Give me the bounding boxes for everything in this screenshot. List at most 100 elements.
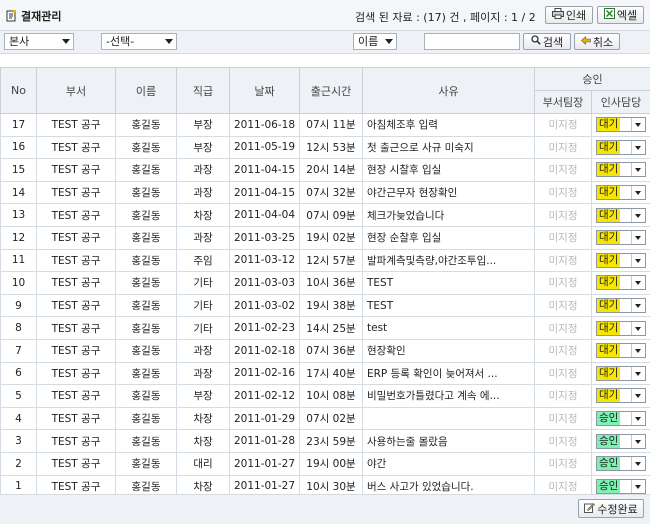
search-button[interactable]: 검색 [523, 33, 571, 50]
cell-hr: 대기 [592, 114, 650, 137]
hr-status-select[interactable]: 대기 [596, 388, 646, 403]
save-button[interactable]: 수정완료 [578, 499, 644, 518]
cell-no: 17 [1, 114, 37, 137]
cell-dept-head: 미지정 [535, 430, 592, 453]
cell-reason: 현장 순찰후 입실 [363, 226, 535, 249]
cell-no: 3 [1, 430, 37, 453]
cell-dept: TEST 공구 [37, 317, 116, 340]
cell-date: 2011-05-19 [230, 136, 300, 159]
hr-status-select[interactable]: 대기 [596, 185, 646, 200]
cell-position: 과장 [177, 226, 230, 249]
cell-reason: 사용하는줄 몰랐음 [363, 430, 535, 453]
hr-status-value: 승인 [597, 435, 620, 448]
hr-status-select[interactable]: 대기 [596, 117, 646, 132]
search-input[interactable] [424, 33, 520, 50]
cancel-label: 취소 [593, 34, 613, 50]
hr-status-select[interactable]: 승인 [596, 456, 646, 471]
chevron-down-icon [631, 322, 645, 335]
hr-status-select[interactable]: 승인 [596, 479, 646, 494]
hr-status-select[interactable]: 승인 [596, 434, 646, 449]
cell-position: 주임 [177, 249, 230, 272]
filter-bar: 본사 -선택- 이름 검색 취소 [0, 31, 650, 54]
cell-reason: 야간근무자 현장확인 [363, 181, 535, 204]
company-select[interactable]: 본사 [4, 33, 74, 50]
print-button[interactable]: 인쇄 [545, 6, 593, 24]
chevron-down-icon [631, 412, 645, 425]
hr-status-value: 대기 [597, 118, 620, 131]
hr-status-select[interactable]: 대기 [596, 162, 646, 177]
hr-status-select[interactable]: 대기 [596, 140, 646, 155]
cell-no: 11 [1, 249, 37, 272]
result-info: 검색 된 자료 : (17) 건 , 페이지 : 1 / 2 [355, 9, 536, 25]
hr-status-value: 대기 [597, 254, 620, 267]
hr-status-select[interactable]: 대기 [596, 230, 646, 245]
cell-time: 17시 40분 [300, 362, 363, 385]
cell-dept: TEST 공구 [37, 407, 116, 430]
hr-status-select[interactable]: 승인 [596, 411, 646, 426]
search-field-select[interactable]: 이름 [353, 33, 397, 50]
table-row: 8TEST 공구홍길동기타2011-02-2314시 25분test미지정대기 [1, 317, 650, 340]
chevron-down-icon [631, 480, 645, 493]
chevron-down-icon [631, 231, 645, 244]
cell-name: 홍길동 [116, 249, 177, 272]
cell-date: 2011-03-03 [230, 272, 300, 295]
hr-status-select[interactable]: 대기 [596, 253, 646, 268]
cell-reason: 야간 [363, 452, 535, 475]
excel-icon [604, 8, 615, 22]
cell-position: 차장 [177, 407, 230, 430]
cell-time: 07시 09분 [300, 204, 363, 227]
header-approval: 승인 [535, 68, 650, 91]
cell-reason: TEST [363, 272, 535, 295]
table-row: 3TEST 공구홍길동차장2011-01-2823시 59분사용하는줄 몰랐음미… [1, 430, 650, 453]
hr-status-select[interactable]: 대기 [596, 298, 646, 313]
cell-name: 홍길동 [116, 339, 177, 362]
cell-date: 2011-04-15 [230, 159, 300, 182]
header-time: 출근시간 [300, 68, 363, 114]
cell-name: 홍길동 [116, 385, 177, 408]
cell-dept-head: 미지정 [535, 385, 592, 408]
cell-position: 기타 [177, 272, 230, 295]
print-label: 인쇄 [566, 7, 586, 23]
cell-reason: 발파계측및측량,야간조투입... [363, 249, 535, 272]
cell-name: 홍길동 [116, 272, 177, 295]
cell-name: 홍길동 [116, 430, 177, 453]
hr-status-select[interactable]: 대기 [596, 321, 646, 336]
hr-status-value: 대기 [597, 141, 620, 154]
hr-status-value: 승인 [597, 412, 620, 425]
search-icon [531, 35, 541, 48]
table-row: 17TEST 공구홍길동부장2011-06-1807시 11분아침체조후 입력미… [1, 114, 650, 137]
cell-position: 기타 [177, 317, 230, 340]
cell-dept: TEST 공구 [37, 159, 116, 182]
chevron-down-icon [631, 435, 645, 448]
cell-dept: TEST 공구 [37, 204, 116, 227]
hr-status-select[interactable]: 대기 [596, 208, 646, 223]
table-row: 2TEST 공구홍길동대리2011-01-2719시 00분야간미지정승인 [1, 452, 650, 475]
cell-dept-head: 미지정 [535, 204, 592, 227]
chevron-down-icon [631, 254, 645, 267]
header-date: 날짜 [230, 68, 300, 114]
cell-position: 대리 [177, 452, 230, 475]
cell-no: 4 [1, 407, 37, 430]
table-row: 6TEST 공구홍길동과장2011-02-1617시 40분ERP 등록 확인이… [1, 362, 650, 385]
page-title: 결재관리 [6, 8, 61, 24]
cell-time: 07시 02분 [300, 407, 363, 430]
document-icon [6, 10, 17, 22]
header-hr: 인사담당 [592, 91, 650, 114]
table-row: 5TEST 공구홍길동부장2011-02-1210시 08분비밀번호가틀렸다고 … [1, 385, 650, 408]
cell-dept: TEST 공구 [37, 385, 116, 408]
search-field-value: 이름 [358, 35, 378, 48]
chevron-down-icon [62, 39, 70, 44]
category-select[interactable]: -선택- [101, 33, 177, 50]
cell-time: 23시 59분 [300, 430, 363, 453]
cancel-button[interactable]: 취소 [574, 33, 620, 50]
chevron-down-icon [631, 141, 645, 154]
cell-date: 2011-01-29 [230, 407, 300, 430]
hr-status-select[interactable]: 대기 [596, 366, 646, 381]
cell-name: 홍길동 [116, 317, 177, 340]
cell-reason: 체크가늦었습니다 [363, 204, 535, 227]
excel-button[interactable]: 엑셀 [597, 6, 644, 24]
hr-status-value: 대기 [597, 322, 620, 335]
hr-status-select[interactable]: 대기 [596, 275, 646, 290]
table-row: 13TEST 공구홍길동차장2011-04-0407시 09분체크가늦었습니다미… [1, 204, 650, 227]
hr-status-select[interactable]: 대기 [596, 343, 646, 358]
